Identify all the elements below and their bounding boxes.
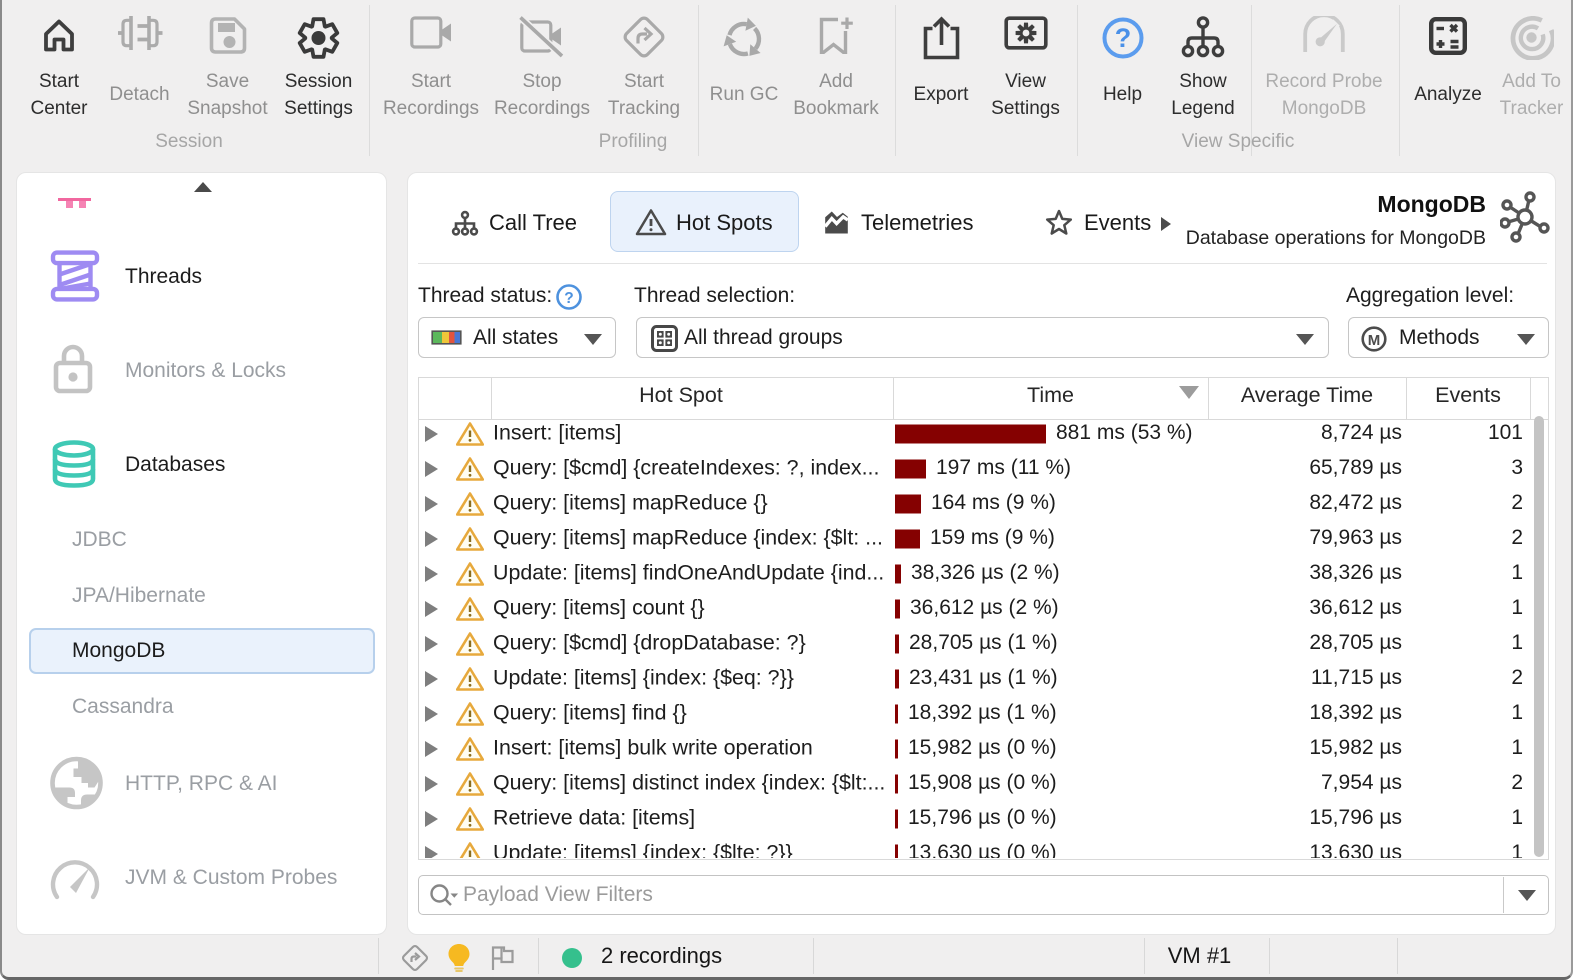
svg-text:?: ? [564, 290, 573, 307]
svg-text:?: ? [1114, 23, 1131, 53]
svg-text:M: M [1368, 332, 1381, 349]
